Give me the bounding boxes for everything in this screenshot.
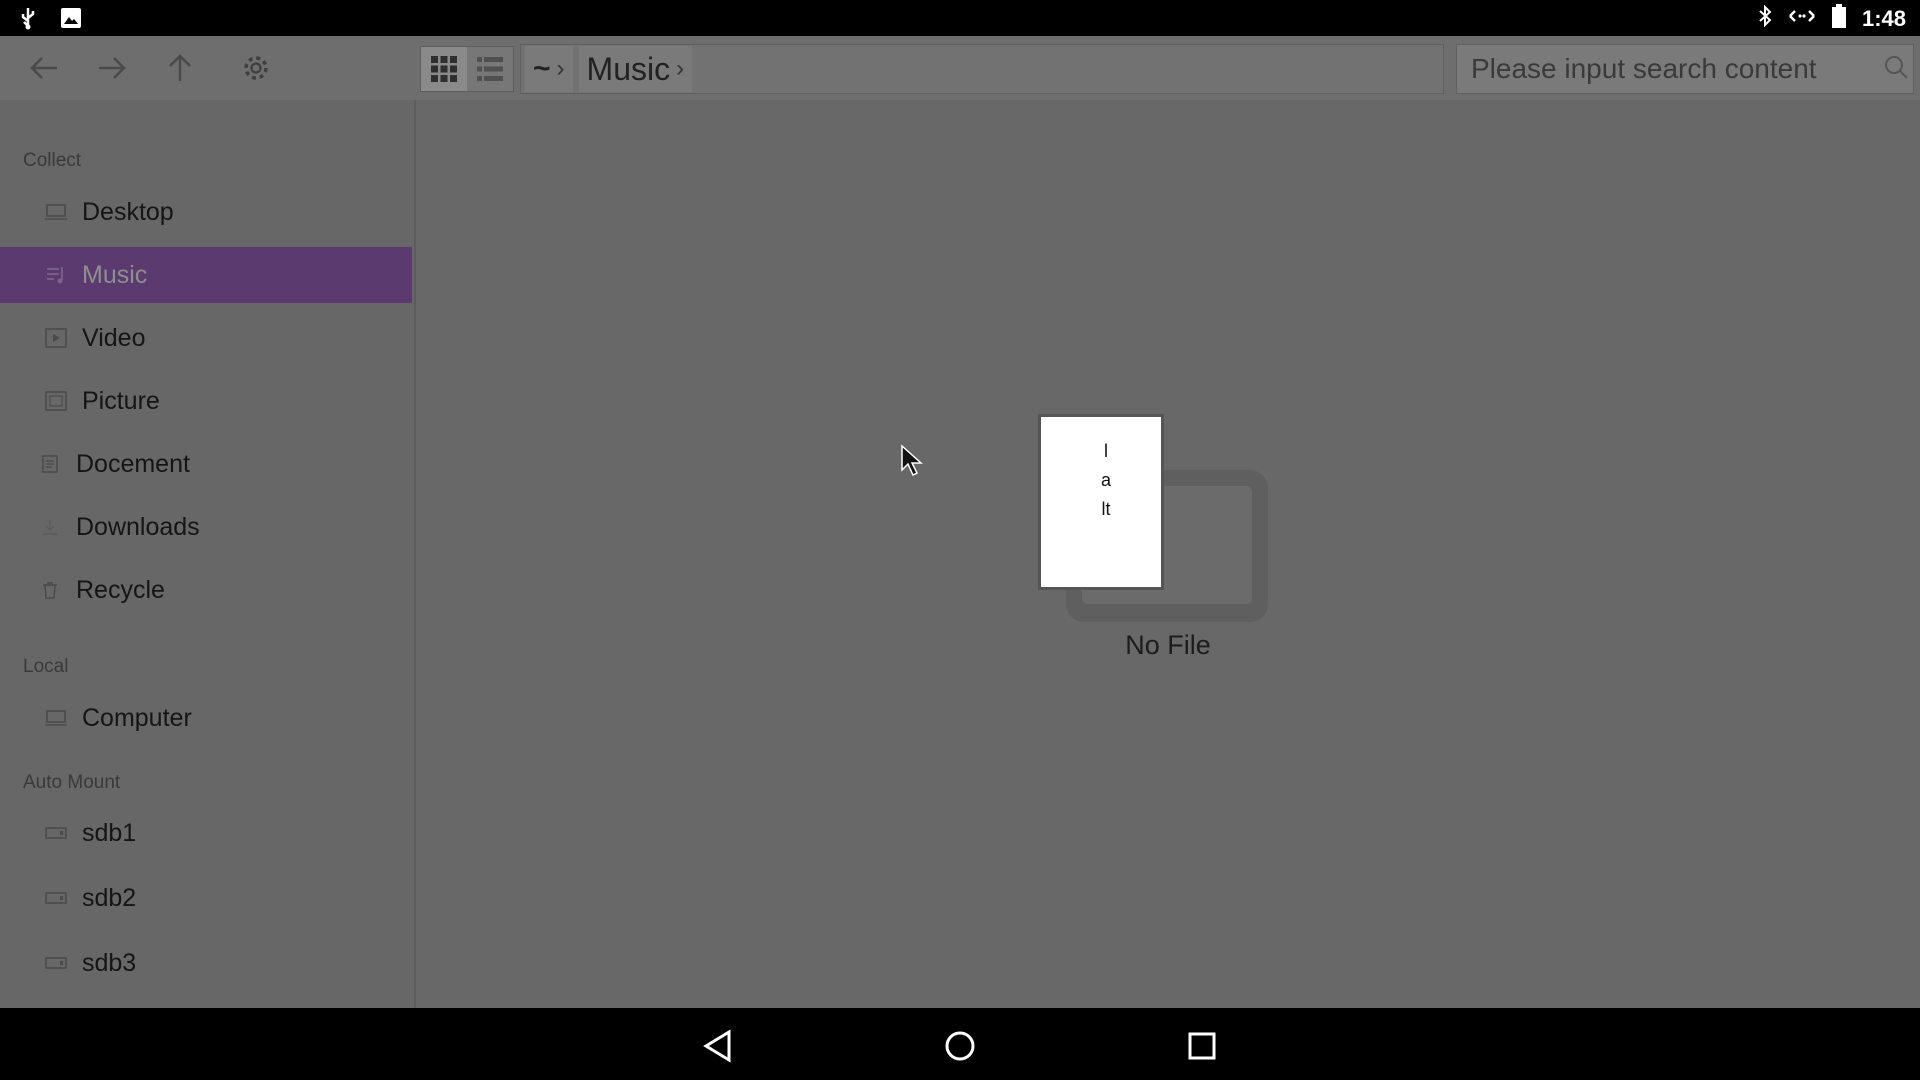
image-icon [60,7,82,34]
desktop-icon [44,200,68,224]
nav-back-button[interactable] [698,1026,738,1066]
nav-recents-button[interactable] [1182,1026,1222,1066]
sidebar-item-document[interactable]: Docement [0,436,412,492]
trash-icon [38,578,62,602]
breadcrumb-music[interactable]: Music › [578,46,693,92]
arrow-right-icon [99,57,126,79]
sidebar-item-sdb3[interactable]: sdb3 [0,935,412,991]
search-icon[interactable] [1883,54,1909,85]
grid-view-icon [431,56,457,82]
up-button[interactable] [162,50,198,86]
data-transfer-icon [1788,5,1816,32]
chevron-right-icon: › [556,55,565,82]
arrow-up-icon [169,54,191,81]
sidebar-item-sdb1[interactable]: sdb1 [0,805,412,861]
status-bar: 1:48 [0,0,1920,36]
sidebar-item-computer[interactable]: Computer [0,690,412,746]
mouse-cursor-icon [900,444,926,483]
music-icon [44,263,68,287]
sidebar-item-recycle[interactable]: Recycle [0,562,412,618]
arrow-left-icon [30,57,57,79]
video-icon [44,326,68,350]
section-title-collect: Collect [23,150,82,171]
back-button[interactable] [26,50,62,86]
popup-dialog: lalt [1038,414,1164,590]
toolbar: ~ › Music › [0,36,1920,100]
chevron-right-icon: › [676,55,685,82]
section-title-local: Local [23,656,69,677]
usb-icon [18,6,38,35]
gear-icon [244,56,268,80]
sidebar-item-video[interactable]: Video [0,310,412,366]
breadcrumb: ~ › Music › [520,44,1444,94]
picture-icon [44,389,68,413]
drive-icon [44,821,68,845]
drive-icon [44,951,68,975]
search-box [1456,44,1914,94]
grid-view-button[interactable] [421,47,467,91]
nav-home-button[interactable] [940,1026,980,1066]
navigation-bar [0,1008,1920,1080]
popup-text: lalt [1101,441,1112,519]
download-icon [38,515,62,539]
sidebar-item-music[interactable]: Music [0,247,412,303]
section-title-auto-mount: Auto Mount [23,772,121,793]
clock: 1:48 [1861,5,1906,31]
back-triangle-icon [703,1029,731,1063]
search-input[interactable] [1457,52,1873,86]
sidebar-item-desktop[interactable]: Desktop [0,184,412,240]
breadcrumb-home[interactable]: ~ › [525,46,573,92]
home-circle-icon [945,1031,975,1061]
settings-button[interactable] [238,50,274,86]
recents-square-icon [1188,1032,1216,1060]
sidebar-item-downloads[interactable]: Downloads [0,499,412,555]
list-view-icon [477,57,503,81]
document-icon [38,452,62,476]
list-view-button[interactable] [467,47,513,91]
forward-button[interactable] [94,50,130,86]
drive-icon [44,886,68,910]
sidebar-item-picture[interactable]: Picture [0,373,412,429]
battery-icon [1831,4,1846,33]
sidebar: Collect Desktop Music Video Picture Doce… [0,100,416,1008]
bluetooth-icon [1758,4,1772,32]
computer-icon [44,706,68,730]
view-toggle [420,46,514,92]
empty-state-text: No File [1125,630,1211,660]
sidebar-item-sdb2[interactable]: sdb2 [0,870,412,926]
